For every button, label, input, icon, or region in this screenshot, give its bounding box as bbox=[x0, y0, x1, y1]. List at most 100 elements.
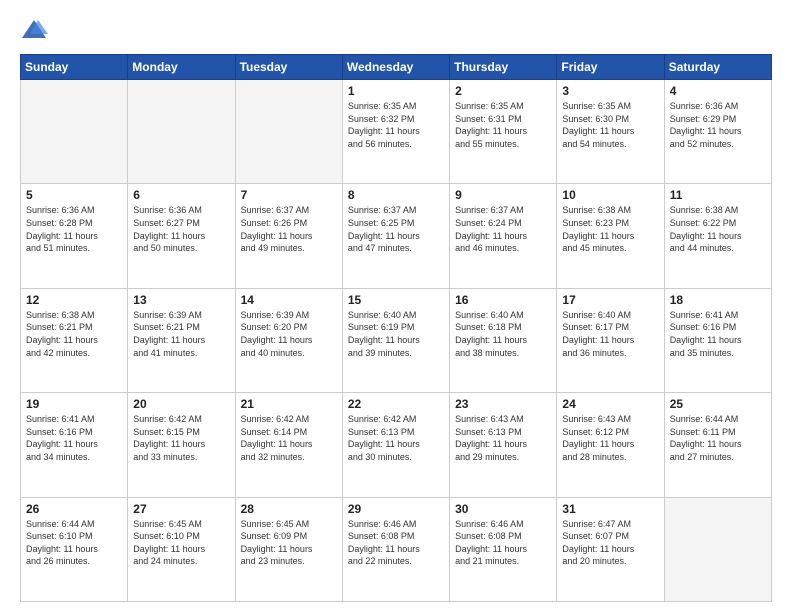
day-number: 14 bbox=[241, 293, 337, 307]
calendar-day-cell: 14 Sunrise: 6:39 AM Sunset: 6:20 PM Dayli… bbox=[235, 288, 342, 392]
day-info: Sunrise: 6:40 AM Sunset: 6:19 PM Dayligh… bbox=[348, 309, 444, 359]
day-number: 29 bbox=[348, 502, 444, 516]
day-number: 28 bbox=[241, 502, 337, 516]
day-number: 17 bbox=[562, 293, 658, 307]
calendar-week-row: 1 Sunrise: 6:35 AM Sunset: 6:32 PM Daylig… bbox=[21, 80, 772, 184]
weekday-header-cell: Sunday bbox=[21, 55, 128, 80]
calendar-day-cell: 29 Sunrise: 6:46 AM Sunset: 6:08 PM Dayli… bbox=[342, 497, 449, 601]
calendar-table: SundayMondayTuesdayWednesdayThursdayFrid… bbox=[20, 54, 772, 602]
day-number: 25 bbox=[670, 397, 766, 411]
day-info: Sunrise: 6:40 AM Sunset: 6:18 PM Dayligh… bbox=[455, 309, 551, 359]
calendar-day-cell: 18Sunrise: 6:41 AM Sunset: 6:16 PM Dayli… bbox=[664, 288, 771, 392]
calendar-day-cell bbox=[664, 497, 771, 601]
calendar-day-cell: 27 Sunrise: 6:45 AM Sunset: 6:10 PM Dayli… bbox=[128, 497, 235, 601]
calendar-week-row: 26Sunrise: 6:44 AM Sunset: 6:10 PM Dayli… bbox=[21, 497, 772, 601]
calendar-day-cell: 7Sunrise: 6:37 AM Sunset: 6:26 PM Daylig… bbox=[235, 184, 342, 288]
day-number: 10 bbox=[562, 188, 658, 202]
day-info: Sunrise: 6:36 AM Sunset: 6:27 PM Dayligh… bbox=[133, 204, 229, 254]
logo-icon bbox=[20, 16, 48, 44]
calendar-day-cell: 28 Sunrise: 6:45 AM Sunset: 6:09 PM Dayli… bbox=[235, 497, 342, 601]
calendar-day-cell: 26Sunrise: 6:44 AM Sunset: 6:10 PM Dayli… bbox=[21, 497, 128, 601]
calendar-week-row: 5 Sunrise: 6:36 AM Sunset: 6:28 PM Daylig… bbox=[21, 184, 772, 288]
day-info: Sunrise: 6:39 AM Sunset: 6:21 PM Dayligh… bbox=[133, 309, 229, 359]
day-info: Sunrise: 6:45 AM Sunset: 6:10 PM Dayligh… bbox=[133, 518, 229, 568]
calendar-day-cell: 8Sunrise: 6:37 AM Sunset: 6:25 PM Daylig… bbox=[342, 184, 449, 288]
day-info: Sunrise: 6:42 AM Sunset: 6:15 PM Dayligh… bbox=[133, 413, 229, 463]
calendar-day-cell: 9 Sunrise: 6:37 AM Sunset: 6:24 PM Daylig… bbox=[450, 184, 557, 288]
calendar-day-cell: 4 Sunrise: 6:36 AM Sunset: 6:29 PM Daylig… bbox=[664, 80, 771, 184]
calendar-day-cell: 21 Sunrise: 6:42 AM Sunset: 6:14 PM Dayli… bbox=[235, 393, 342, 497]
day-number: 8 bbox=[348, 188, 444, 202]
day-number: 19 bbox=[26, 397, 122, 411]
day-number: 23 bbox=[455, 397, 551, 411]
calendar-week-row: 19 Sunrise: 6:41 AM Sunset: 6:16 PM Dayli… bbox=[21, 393, 772, 497]
day-info: Sunrise: 6:46 AM Sunset: 6:08 PM Dayligh… bbox=[348, 518, 444, 568]
day-info: Sunrise: 6:44 AM Sunset: 6:11 PM Dayligh… bbox=[670, 413, 766, 463]
day-info: Sunrise: 6:38 AM Sunset: 6:23 PM Dayligh… bbox=[562, 204, 658, 254]
day-number: 13 bbox=[133, 293, 229, 307]
calendar-day-cell: 11 Sunrise: 6:38 AM Sunset: 6:22 PM Dayli… bbox=[664, 184, 771, 288]
day-info: Sunrise: 6:42 AM Sunset: 6:14 PM Dayligh… bbox=[241, 413, 337, 463]
day-info: Sunrise: 6:35 AM Sunset: 6:32 PM Dayligh… bbox=[348, 100, 444, 150]
day-info: Sunrise: 6:41 AM Sunset: 6:16 PM Dayligh… bbox=[670, 309, 766, 359]
day-number: 3 bbox=[562, 84, 658, 98]
day-number: 24 bbox=[562, 397, 658, 411]
calendar-day-cell: 31Sunrise: 6:47 AM Sunset: 6:07 PM Dayli… bbox=[557, 497, 664, 601]
day-number: 4 bbox=[670, 84, 766, 98]
calendar-day-cell: 19 Sunrise: 6:41 AM Sunset: 6:16 PM Dayli… bbox=[21, 393, 128, 497]
calendar-day-cell: 12 Sunrise: 6:38 AM Sunset: 6:21 PM Dayli… bbox=[21, 288, 128, 392]
calendar-day-cell: 2 Sunrise: 6:35 AM Sunset: 6:31 PM Daylig… bbox=[450, 80, 557, 184]
weekday-header-cell: Saturday bbox=[664, 55, 771, 80]
day-info: Sunrise: 6:46 AM Sunset: 6:08 PM Dayligh… bbox=[455, 518, 551, 568]
calendar-body: 1 Sunrise: 6:35 AM Sunset: 6:32 PM Daylig… bbox=[21, 80, 772, 602]
day-info: Sunrise: 6:42 AM Sunset: 6:13 PM Dayligh… bbox=[348, 413, 444, 463]
header bbox=[20, 16, 772, 44]
day-number: 21 bbox=[241, 397, 337, 411]
calendar-day-cell: 5 Sunrise: 6:36 AM Sunset: 6:28 PM Daylig… bbox=[21, 184, 128, 288]
day-info: Sunrise: 6:35 AM Sunset: 6:31 PM Dayligh… bbox=[455, 100, 551, 150]
calendar-day-cell bbox=[128, 80, 235, 184]
day-info: Sunrise: 6:40 AM Sunset: 6:17 PM Dayligh… bbox=[562, 309, 658, 359]
day-number: 1 bbox=[348, 84, 444, 98]
day-info: Sunrise: 6:45 AM Sunset: 6:09 PM Dayligh… bbox=[241, 518, 337, 568]
calendar-day-cell: 13 Sunrise: 6:39 AM Sunset: 6:21 PM Dayli… bbox=[128, 288, 235, 392]
calendar-day-cell: 15 Sunrise: 6:40 AM Sunset: 6:19 PM Dayli… bbox=[342, 288, 449, 392]
day-info: Sunrise: 6:43 AM Sunset: 6:13 PM Dayligh… bbox=[455, 413, 551, 463]
day-info: Sunrise: 6:41 AM Sunset: 6:16 PM Dayligh… bbox=[26, 413, 122, 463]
day-info: Sunrise: 6:35 AM Sunset: 6:30 PM Dayligh… bbox=[562, 100, 658, 150]
calendar-day-cell: 25 Sunrise: 6:44 AM Sunset: 6:11 PM Dayli… bbox=[664, 393, 771, 497]
weekday-header-cell: Monday bbox=[128, 55, 235, 80]
day-info: Sunrise: 6:36 AM Sunset: 6:28 PM Dayligh… bbox=[26, 204, 122, 254]
day-info: Sunrise: 6:37 AM Sunset: 6:24 PM Dayligh… bbox=[455, 204, 551, 254]
weekday-header-cell: Tuesday bbox=[235, 55, 342, 80]
day-info: Sunrise: 6:43 AM Sunset: 6:12 PM Dayligh… bbox=[562, 413, 658, 463]
day-number: 6 bbox=[133, 188, 229, 202]
day-number: 9 bbox=[455, 188, 551, 202]
day-number: 5 bbox=[26, 188, 122, 202]
weekday-header-row: SundayMondayTuesdayWednesdayThursdayFrid… bbox=[21, 55, 772, 80]
day-info: Sunrise: 6:44 AM Sunset: 6:10 PM Dayligh… bbox=[26, 518, 122, 568]
weekday-header-cell: Thursday bbox=[450, 55, 557, 80]
day-info: Sunrise: 6:39 AM Sunset: 6:20 PM Dayligh… bbox=[241, 309, 337, 359]
day-number: 11 bbox=[670, 188, 766, 202]
day-number: 30 bbox=[455, 502, 551, 516]
day-number: 15 bbox=[348, 293, 444, 307]
day-info: Sunrise: 6:37 AM Sunset: 6:26 PM Dayligh… bbox=[241, 204, 337, 254]
calendar-day-cell bbox=[21, 80, 128, 184]
day-number: 27 bbox=[133, 502, 229, 516]
calendar-day-cell: 1 Sunrise: 6:35 AM Sunset: 6:32 PM Daylig… bbox=[342, 80, 449, 184]
calendar-day-cell bbox=[235, 80, 342, 184]
calendar-day-cell: 20Sunrise: 6:42 AM Sunset: 6:15 PM Dayli… bbox=[128, 393, 235, 497]
weekday-header-cell: Wednesday bbox=[342, 55, 449, 80]
day-number: 2 bbox=[455, 84, 551, 98]
calendar-day-cell: 3 Sunrise: 6:35 AM Sunset: 6:30 PM Daylig… bbox=[557, 80, 664, 184]
calendar-day-cell: 23 Sunrise: 6:43 AM Sunset: 6:13 PM Dayli… bbox=[450, 393, 557, 497]
day-info: Sunrise: 6:47 AM Sunset: 6:07 PM Dayligh… bbox=[562, 518, 658, 568]
calendar-day-cell: 6 Sunrise: 6:36 AM Sunset: 6:27 PM Daylig… bbox=[128, 184, 235, 288]
day-info: Sunrise: 6:38 AM Sunset: 6:21 PM Dayligh… bbox=[26, 309, 122, 359]
day-info: Sunrise: 6:38 AM Sunset: 6:22 PM Dayligh… bbox=[670, 204, 766, 254]
day-number: 12 bbox=[26, 293, 122, 307]
day-info: Sunrise: 6:36 AM Sunset: 6:29 PM Dayligh… bbox=[670, 100, 766, 150]
calendar-day-cell: 30 Sunrise: 6:46 AM Sunset: 6:08 PM Dayli… bbox=[450, 497, 557, 601]
day-number: 16 bbox=[455, 293, 551, 307]
